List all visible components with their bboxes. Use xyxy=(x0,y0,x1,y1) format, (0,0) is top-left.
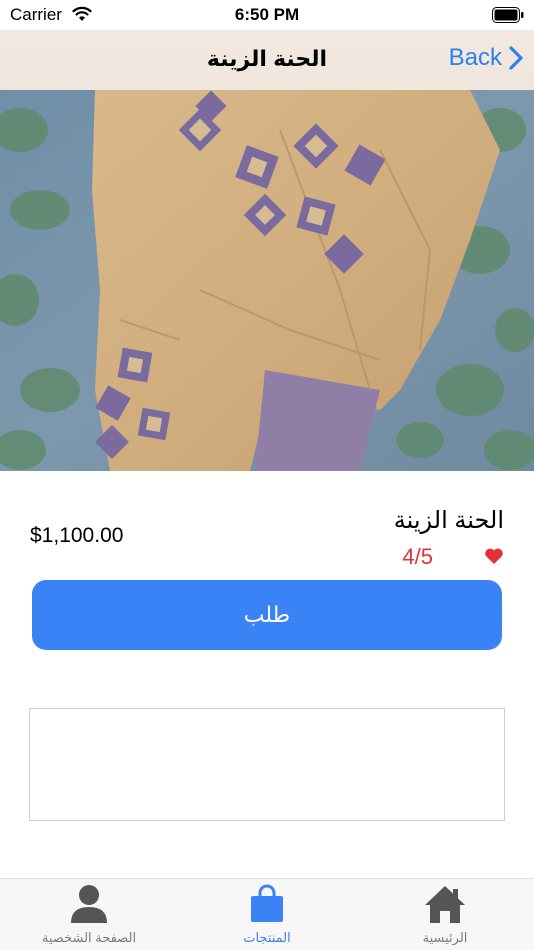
tab-products[interactable]: المنتجات xyxy=(178,879,356,950)
tab-label: المنتجات xyxy=(243,930,291,945)
back-button[interactable]: Back xyxy=(449,44,524,72)
product-photo xyxy=(0,90,534,471)
rating-value: 4/5 xyxy=(402,544,433,569)
navigation-bar: الحنة الزينة Back xyxy=(0,30,534,90)
back-label: Back xyxy=(448,44,502,71)
tab-home[interactable]: الرئيسية xyxy=(356,879,534,950)
clock: 6:50 PM xyxy=(234,5,300,24)
heart-icon[interactable] xyxy=(484,547,504,565)
tab-label: الرئيسية xyxy=(422,930,468,945)
chevron-right-icon xyxy=(509,46,523,70)
battery-icon xyxy=(492,7,524,23)
product-name: الحنة الزينة xyxy=(393,507,504,534)
notes-text-area[interactable] xyxy=(29,708,505,821)
product-photo-art xyxy=(0,90,534,471)
order-button[interactable]: طلب xyxy=(32,580,502,650)
product-price: $1,100.00 xyxy=(30,524,124,547)
status-bar: Carrier 6:50 PM xyxy=(0,0,534,30)
tab-label: الصفحة الشخصية xyxy=(41,930,137,945)
person-icon xyxy=(71,885,107,923)
shopping-bag-icon xyxy=(251,884,283,922)
tab-profile[interactable]: الصفحة الشخصية xyxy=(0,879,178,950)
tab-bar: الصفحة الشخصية المنتجات الرئيسية xyxy=(0,878,534,950)
home-icon xyxy=(425,886,465,923)
order-button-label: طلب xyxy=(243,602,291,627)
